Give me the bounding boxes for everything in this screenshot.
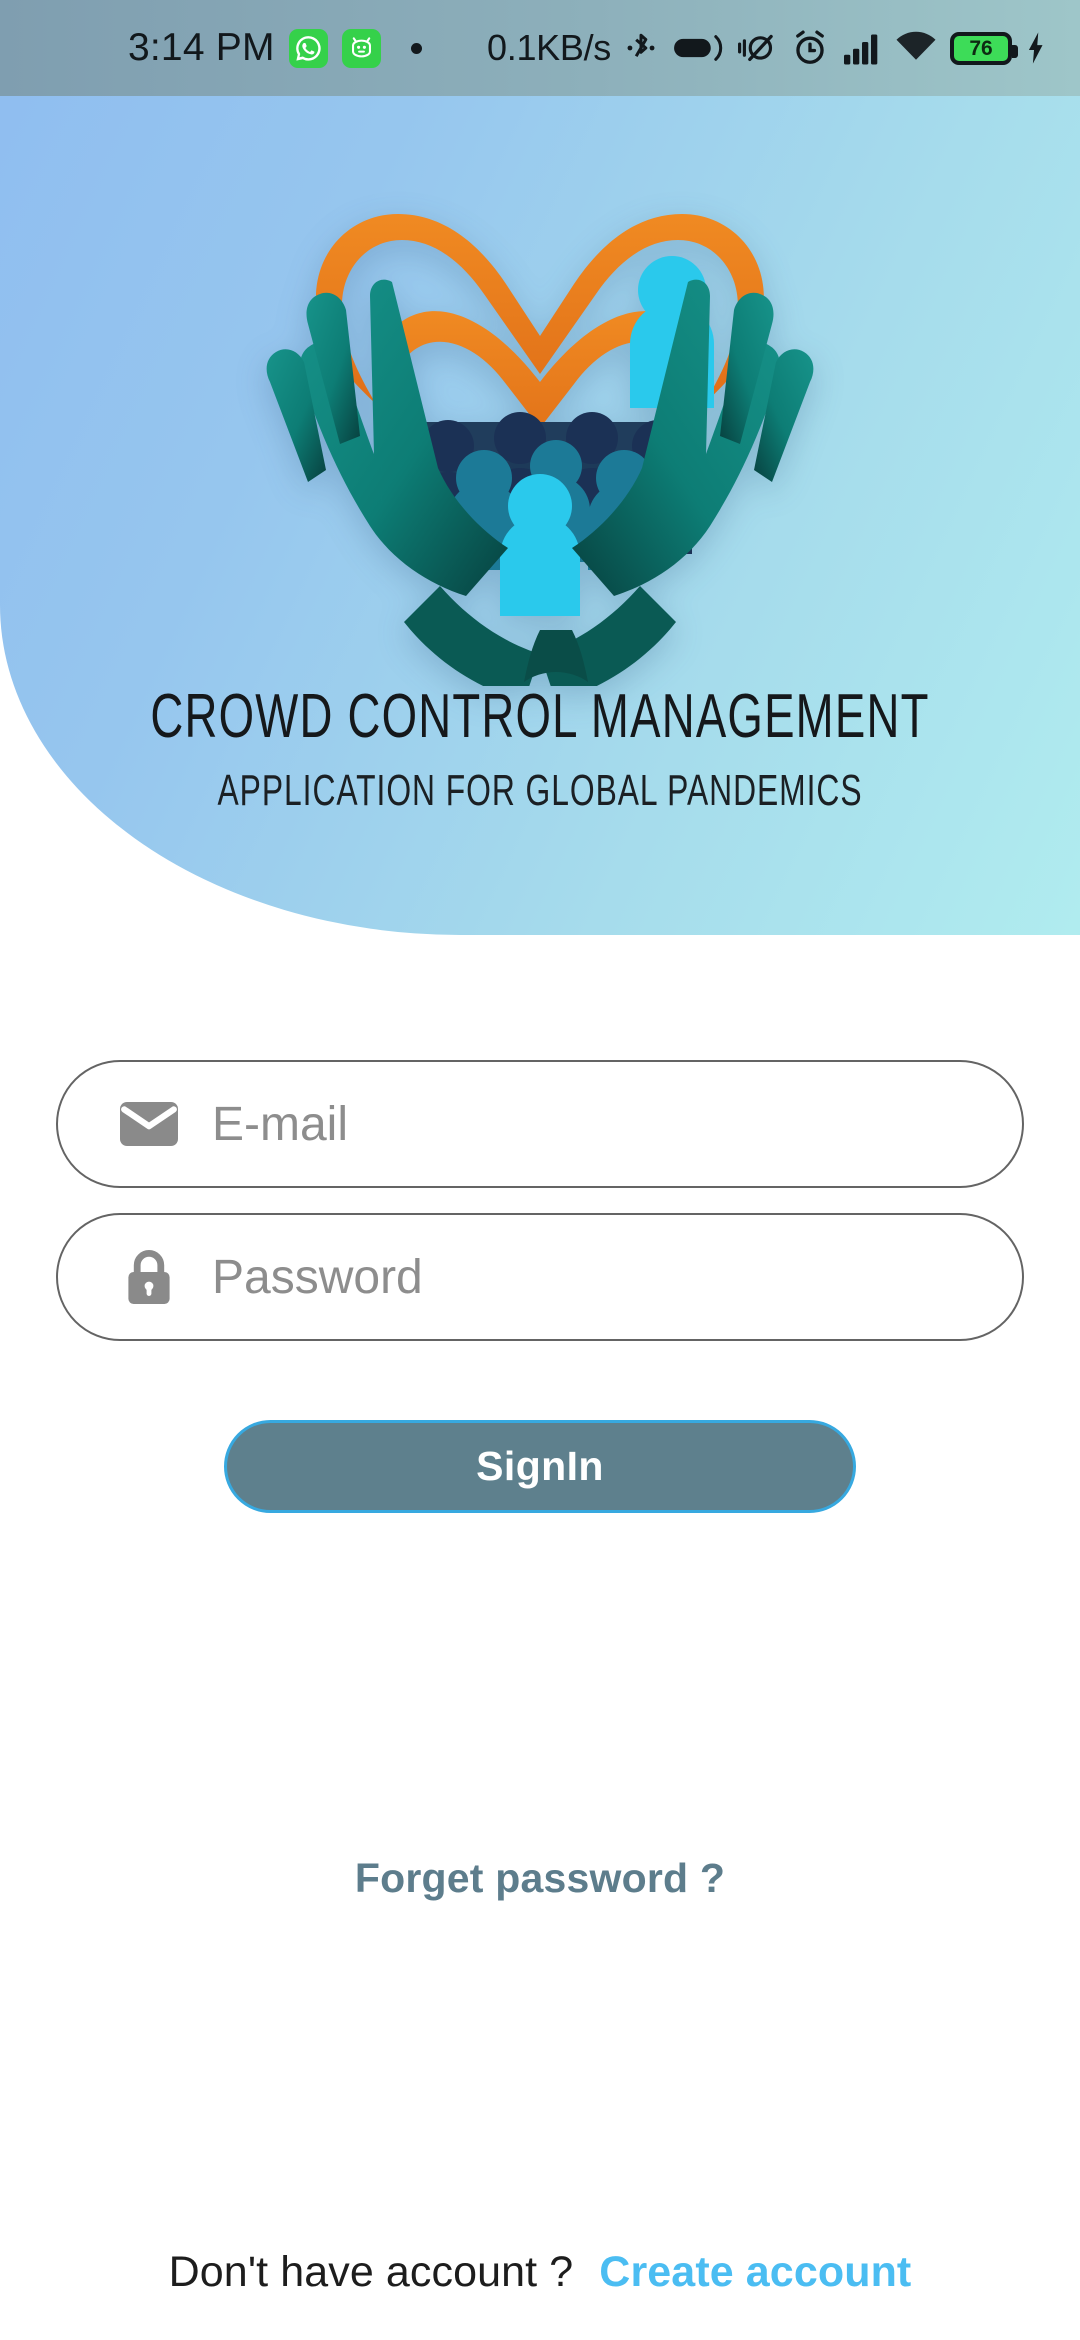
battery-percent-label: 76 bbox=[969, 36, 993, 60]
page-title: CROWD CONTROL MANAGEMENT bbox=[150, 681, 930, 752]
battery-icon: 76 bbox=[950, 31, 1018, 65]
lock-icon bbox=[118, 1248, 180, 1306]
network-speed-label: 0.1KB/s bbox=[487, 27, 611, 68]
alarm-icon bbox=[791, 29, 829, 67]
password-field[interactable] bbox=[56, 1213, 1024, 1341]
charging-bolt-icon bbox=[1026, 31, 1046, 65]
signup-row: Don't have account ? Create account bbox=[0, 2248, 1080, 2297]
title-block: CROWD CONTROL MANAGEMENT APPLICATION FOR… bbox=[0, 684, 1080, 814]
email-input[interactable] bbox=[212, 1062, 1022, 1186]
wifi-icon bbox=[895, 30, 937, 66]
whatsapp-icon bbox=[288, 28, 328, 68]
login-form: SignIn bbox=[0, 1060, 1080, 1513]
signup-prompt-label: Don't have account ? bbox=[168, 2248, 574, 2296]
create-account-link[interactable]: Create account bbox=[599, 2248, 911, 2297]
email-field[interactable] bbox=[56, 1060, 1024, 1188]
app-logo bbox=[0, 96, 1080, 716]
status-bar-right: 0.1KB/s 76 bbox=[487, 27, 1046, 69]
vibrate-off-icon bbox=[736, 29, 778, 67]
status-bar-clock: 3:14 PM bbox=[128, 26, 275, 69]
password-input[interactable] bbox=[212, 1215, 1022, 1339]
forget-password-link[interactable]: Forget password ? bbox=[355, 1855, 725, 1901]
bluetooth-icon bbox=[624, 28, 658, 68]
page-subtitle: APPLICATION FOR GLOBAL PANDEMICS bbox=[217, 766, 863, 815]
status-bar-left: 3:14 PM bbox=[128, 26, 438, 70]
status-bar[interactable]: 3:14 PM 0.1KB/s 76 bbox=[0, 0, 1080, 96]
signin-button[interactable]: SignIn bbox=[224, 1420, 856, 1513]
green-app-icon bbox=[341, 28, 381, 68]
notification-dot-icon bbox=[410, 42, 422, 54]
envelope-icon bbox=[118, 1101, 180, 1147]
signal-bars-icon bbox=[842, 30, 882, 66]
highlighted-person-front bbox=[500, 474, 580, 616]
header-panel: CROWD CONTROL MANAGEMENT APPLICATION FOR… bbox=[0, 0, 1080, 935]
capsule-icon bbox=[671, 29, 723, 67]
forget-password-row: Forget password ? bbox=[0, 1855, 1080, 1902]
